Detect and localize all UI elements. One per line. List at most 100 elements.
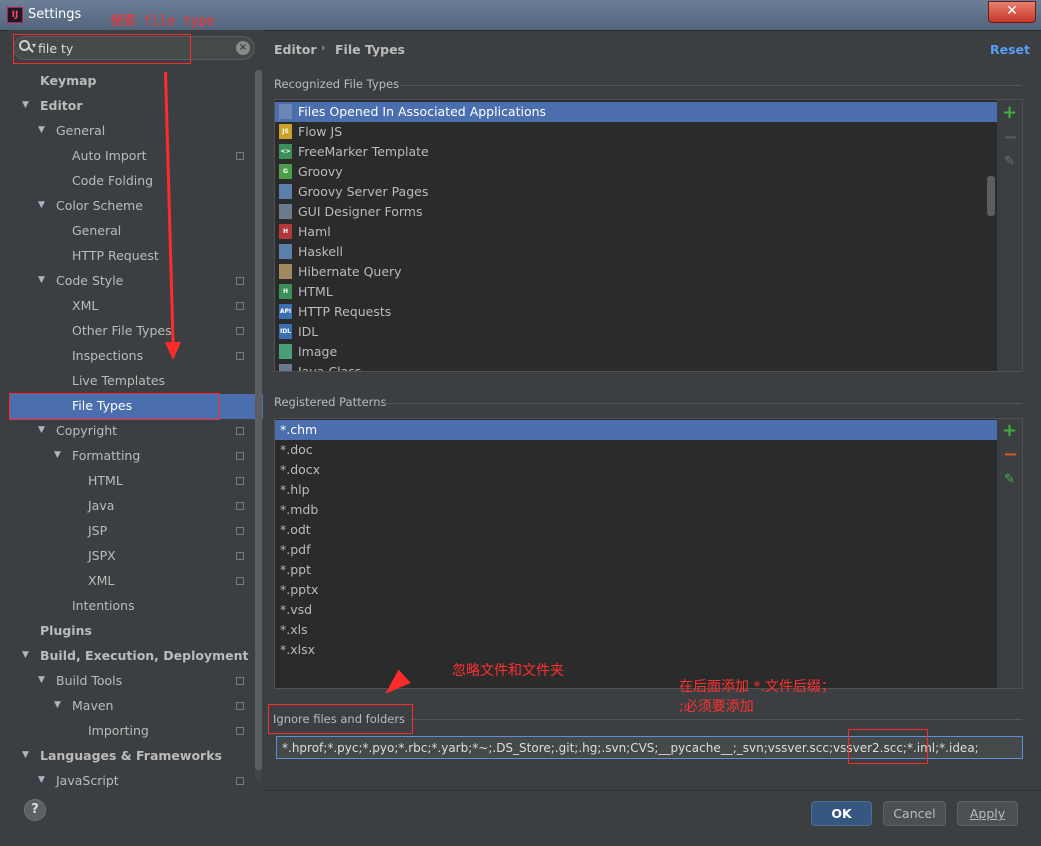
tree-item[interactable]: Code Folding xyxy=(0,168,255,193)
tree-item[interactable]: General xyxy=(0,218,255,243)
pattern-row[interactable]: *.xls xyxy=(275,620,997,640)
gui-form-icon xyxy=(279,204,292,219)
tree-item[interactable]: JSP xyxy=(0,518,255,543)
tree-item[interactable]: ▼ Code Style xyxy=(0,268,255,293)
pattern-row[interactable]: *.pdf xyxy=(275,540,997,560)
tree-item[interactable]: XML xyxy=(0,568,255,593)
remove-icon[interactable]: − xyxy=(1003,129,1018,147)
section-divider xyxy=(410,719,1022,720)
help-button[interactable]: ? xyxy=(24,799,46,821)
pattern-row[interactable]: *.odt xyxy=(275,520,997,540)
pattern-row[interactable]: *.hlp xyxy=(275,480,997,500)
file-type-row[interactable]: H HTML xyxy=(275,282,997,302)
tree-item[interactable]: ▼ Languages & Frameworks xyxy=(0,743,255,768)
pattern-row[interactable]: *.pptx xyxy=(275,580,997,600)
apply-button[interactable]: Apply xyxy=(957,801,1018,826)
tree-item[interactable]: ▼ Formatting xyxy=(0,443,255,468)
recognized-file-types-list[interactable]: Files Opened In Associated Applications J… xyxy=(274,99,1023,372)
tree-item[interactable]: Other File Types xyxy=(0,318,255,343)
tree-item[interactable]: ▼ Editor xyxy=(0,93,255,118)
file-type-row[interactable]: <> FreeMarker Template xyxy=(275,142,997,162)
pattern-row[interactable]: *.xlsx xyxy=(275,640,997,660)
tree-item-label: Auto Import xyxy=(72,148,147,163)
file-type-row[interactable]: Image xyxy=(275,342,997,362)
tree-item[interactable]: XML xyxy=(0,293,255,318)
expand-arrow-icon[interactable]: ▼ xyxy=(38,768,45,790)
file-type-label: GUI Designer Forms xyxy=(298,204,423,219)
edit-icon[interactable]: ✎ xyxy=(1004,154,1015,169)
section-divider xyxy=(400,85,1022,86)
associated-apps-icon xyxy=(279,104,292,119)
file-type-label: HTML xyxy=(298,284,333,299)
tree-item[interactable]: ▼ Maven xyxy=(0,693,255,718)
file-type-row[interactable]: JS Flow JS xyxy=(275,122,997,142)
add-icon[interactable]: + xyxy=(1002,104,1017,122)
tree-item[interactable]: Inspections xyxy=(0,343,255,368)
haml-icon: H xyxy=(279,224,292,239)
file-type-row[interactable]: Haskell xyxy=(275,242,997,262)
file-type-label: IDL xyxy=(298,324,319,339)
cancel-button[interactable]: Cancel xyxy=(883,801,946,826)
edit-icon[interactable]: ✎ xyxy=(1004,472,1015,487)
file-type-row[interactable]: GUI Designer Forms xyxy=(275,202,997,222)
search-annotation-box xyxy=(13,34,191,64)
project-scope-icon xyxy=(236,502,244,510)
tree-item[interactable]: ▼ Copyright xyxy=(0,418,255,443)
tree-item[interactable]: Java xyxy=(0,493,255,518)
file-type-row[interactable]: API HTTP Requests xyxy=(275,302,997,322)
expand-arrow-icon[interactable]: ▼ xyxy=(38,118,45,143)
expand-arrow-icon[interactable]: ▼ xyxy=(38,668,45,693)
breadcrumb-parent[interactable]: Editor xyxy=(274,42,317,57)
tree-item[interactable]: ▼ Color Scheme xyxy=(0,193,255,218)
expand-arrow-icon[interactable]: ▼ xyxy=(22,743,29,768)
tree-item[interactable]: Auto Import xyxy=(0,143,255,168)
tree-item-label: Importing xyxy=(88,723,149,738)
file-type-row[interactable]: H Haml xyxy=(275,222,997,242)
tree-item[interactable]: ▼ Build Tools xyxy=(0,668,255,693)
remove-icon[interactable]: − xyxy=(1003,446,1018,464)
suffix-annotation-box xyxy=(848,729,928,764)
image-icon xyxy=(279,344,292,359)
reset-link[interactable]: Reset xyxy=(990,42,1030,57)
tree-item-label: HTTP Request xyxy=(72,248,159,263)
close-button[interactable]: ✕ xyxy=(988,1,1036,23)
tree-item[interactable]: JSPX xyxy=(0,543,255,568)
tree-item-label: JSPX xyxy=(88,548,116,563)
file-type-row[interactable]: Hibernate Query xyxy=(275,262,997,282)
pattern-row[interactable]: *.mdb xyxy=(275,500,997,520)
file-type-row[interactable]: Groovy Server Pages xyxy=(275,182,997,202)
tree-item[interactable]: Live Templates xyxy=(0,368,255,393)
file-type-row[interactable]: G Groovy xyxy=(275,162,997,182)
pattern-row[interactable]: *.ppt xyxy=(275,560,997,580)
expand-arrow-icon[interactable]: ▼ xyxy=(54,443,61,468)
pattern-row[interactable]: *.chm xyxy=(275,420,997,440)
file-type-row[interactable]: IDL IDL xyxy=(275,322,997,342)
tree-item-label: Build Tools xyxy=(56,673,123,688)
tree-item[interactable]: HTML xyxy=(0,468,255,493)
tree-scrollbar-thumb[interactable] xyxy=(255,70,262,770)
expand-arrow-icon[interactable]: ▼ xyxy=(38,418,45,443)
expand-arrow-icon[interactable]: ▼ xyxy=(38,193,45,218)
file-type-row[interactable]: Files Opened In Associated Applications xyxy=(275,102,997,122)
tree-item[interactable]: Importing xyxy=(0,718,255,743)
expand-arrow-icon[interactable]: ▼ xyxy=(54,693,61,718)
tree-item[interactable]: Plugins xyxy=(0,618,255,643)
pattern-row[interactable]: *.vsd xyxy=(275,600,997,620)
add-icon[interactable]: + xyxy=(1002,422,1017,440)
file-types-scrollbar-thumb[interactable] xyxy=(987,176,995,216)
file-type-row[interactable]: Java Class xyxy=(275,362,997,371)
pattern-row[interactable]: *.doc xyxy=(275,440,997,460)
add-annotation-text-1: 在后面添加 *.文件后缀； xyxy=(679,679,835,695)
tree-item[interactable]: Keymap xyxy=(0,68,255,93)
expand-arrow-icon[interactable]: ▼ xyxy=(22,93,29,118)
tree-item[interactable]: HTTP Request xyxy=(0,243,255,268)
tree-item[interactable]: ▼ JavaScript xyxy=(0,768,255,790)
pattern-row[interactable]: *.docx xyxy=(275,460,997,480)
registered-patterns-list[interactable]: *.chm *.doc *.docx *.hlp *.mdb *.odt *.pdf *.pp… xyxy=(274,418,1023,689)
tree-item[interactable]: Intentions xyxy=(0,593,255,618)
expand-arrow-icon[interactable]: ▼ xyxy=(22,643,29,668)
tree-item[interactable]: ▼ General xyxy=(0,118,255,143)
expand-arrow-icon[interactable]: ▼ xyxy=(38,268,45,293)
tree-item[interactable]: ▼ Build, Execution, Deployment xyxy=(0,643,255,668)
ok-button[interactable]: OK xyxy=(811,801,872,826)
